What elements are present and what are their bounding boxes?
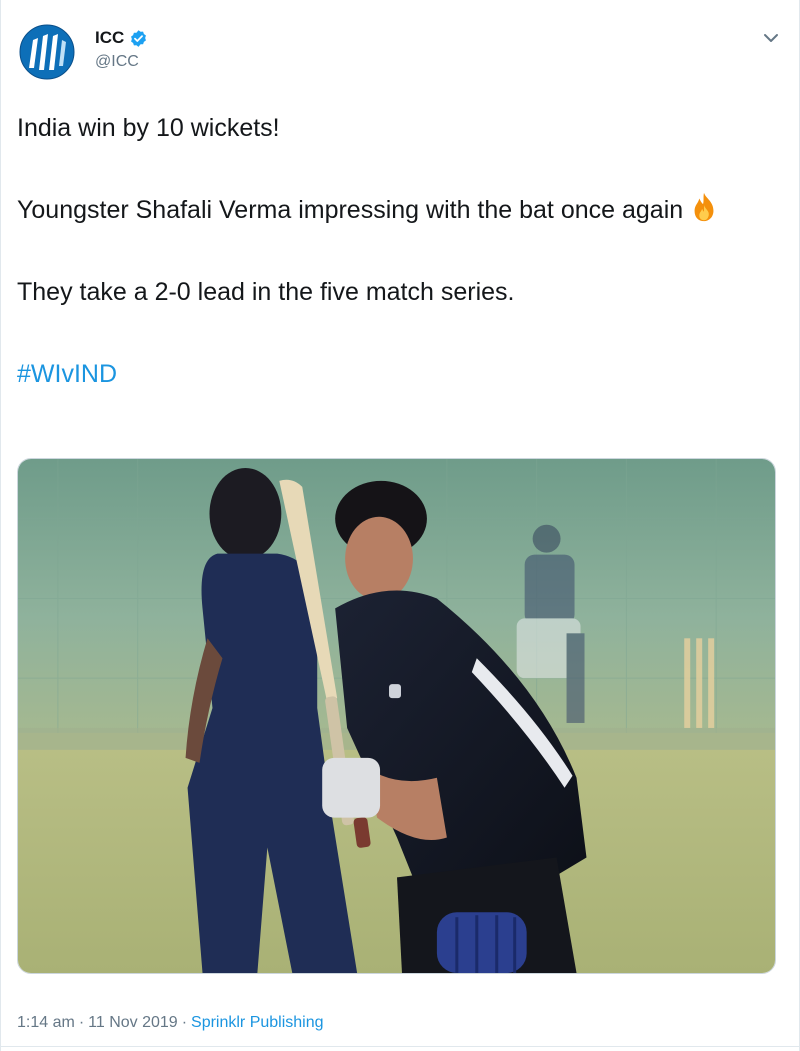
tweet-card: ICC @ICC India win by 10 wickets! Youngs… — [0, 0, 800, 1051]
handle[interactable]: @ICC — [95, 53, 148, 71]
display-name[interactable]: ICC — [95, 28, 124, 48]
tweet-header: ICC @ICC — [17, 18, 787, 88]
divider — [1, 1046, 800, 1047]
author-names: ICC @ICC — [95, 28, 148, 71]
tweet-line-3: They take a 2-0 lead in the five match s… — [17, 278, 515, 306]
tweet-time[interactable]: 1:14 am — [17, 1014, 75, 1032]
avatar[interactable] — [17, 22, 77, 82]
tweet-text: India win by 10 wickets! Youngster Shafa… — [17, 108, 777, 395]
tweet-line-1: India win by 10 wickets! — [17, 114, 280, 142]
hashtag-link[interactable]: #WIvIND — [17, 360, 117, 388]
footer-separator: · — [78, 1014, 85, 1031]
fire-emoji-icon — [694, 192, 714, 222]
tweet-photo[interactable] — [17, 458, 776, 974]
cricket-practice-photo — [18, 459, 775, 973]
tweet-line-2: Youngster Shafali Verma impressing with … — [17, 190, 777, 231]
tweet-line-2-text: Youngster Shafali Verma impressing with … — [17, 196, 684, 224]
verified-badge-icon — [131, 29, 147, 47]
chevron-down-icon[interactable] — [761, 28, 781, 48]
tweet-footer: 1:14 am · 11 Nov 2019 · Sprinklr Publish… — [17, 1014, 324, 1032]
tweet-source-link[interactable]: Sprinklr Publishing — [191, 1014, 324, 1032]
icc-logo-icon — [18, 23, 76, 81]
footer-separator-2: · — [181, 1014, 188, 1031]
tweet-date[interactable]: 11 Nov 2019 — [88, 1014, 178, 1032]
display-name-row[interactable]: ICC — [95, 28, 148, 48]
